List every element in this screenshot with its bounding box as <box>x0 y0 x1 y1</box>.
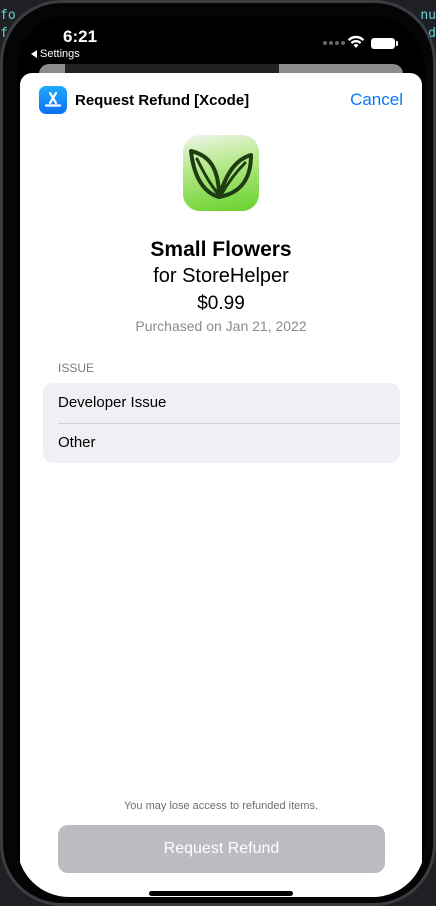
product-price: $0.99 <box>197 293 245 314</box>
home-indicator[interactable] <box>149 891 293 896</box>
wifi-icon <box>347 35 365 48</box>
back-settings-label: Settings <box>40 48 80 60</box>
product-name: Small Flowers <box>150 238 292 261</box>
iphone-frame: 6:21 Settings Request Refund [Xcode] Can… <box>0 0 436 906</box>
issue-list: Developer Issue Other <box>43 383 400 463</box>
issue-option-developer[interactable]: Developer Issue <box>43 383 400 423</box>
back-arrow-icon <box>31 50 37 58</box>
leaf-app-icon <box>183 135 259 211</box>
app-store-icon <box>39 86 67 114</box>
sheet-nav-bar: Request Refund [Xcode] Cancel <box>20 73 422 129</box>
battery-icon <box>371 38 398 49</box>
request-refund-button[interactable]: Request Refund <box>58 825 385 873</box>
product-app-line: for StoreHelper <box>153 265 289 287</box>
purchase-date: Purchased on Jan 21, 2022 <box>135 318 307 334</box>
issue-option-other[interactable]: Other <box>43 423 400 463</box>
issue-section-header: ISSUE <box>58 361 95 375</box>
code-fragment: fo <box>0 8 16 23</box>
status-time: 6:21 <box>63 27 98 46</box>
status-bar: 6:21 Settings <box>17 15 425 65</box>
signal-icon <box>323 41 345 45</box>
refund-sheet: Request Refund [Xcode] Cancel Small Flow… <box>20 73 422 897</box>
cancel-button[interactable]: Cancel <box>350 90 403 110</box>
device-screen: 6:21 Settings Request Refund [Xcode] Can… <box>17 15 425 897</box>
sheet-title: Request Refund [Xcode] <box>75 92 250 109</box>
refund-disclaimer: You may lose access to refunded items. <box>123 800 319 812</box>
back-to-settings[interactable]: Settings <box>31 48 80 60</box>
